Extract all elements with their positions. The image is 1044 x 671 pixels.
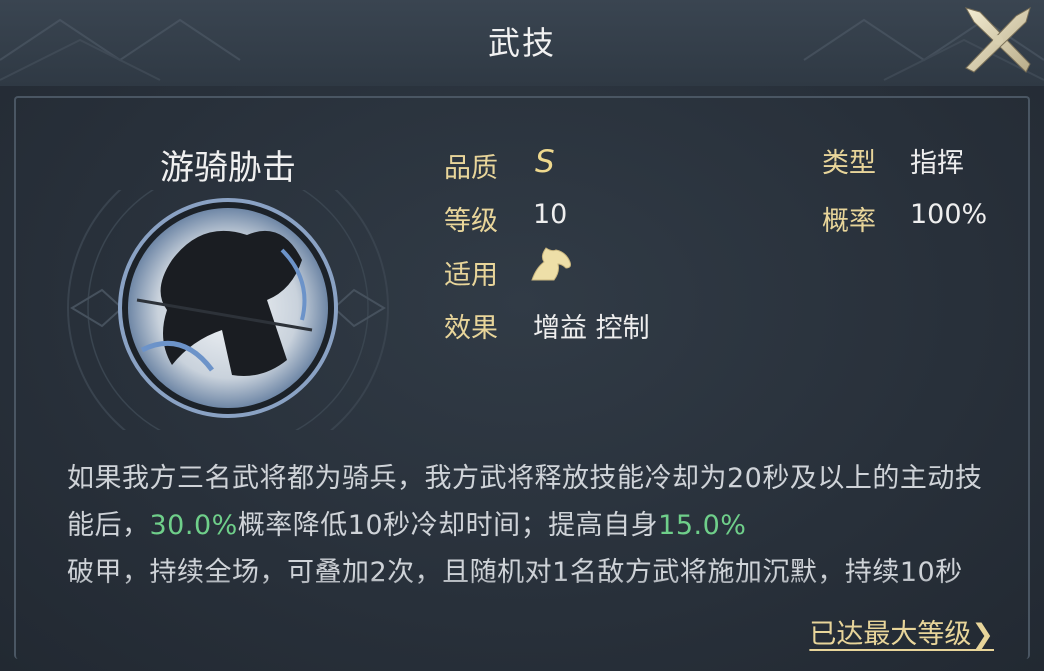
chance-label: 概率 [822,206,876,237]
page-title: 武技 [487,24,556,62]
effect-label: 效果 [444,313,498,344]
type-label: 类型 [822,148,876,179]
description-text: 概率降低10秒冷却时间；提高自身 [237,510,659,541]
description-highlight: 15.0% [658,510,747,541]
description-highlight: 30.0% [149,510,238,541]
horse-icon [531,247,571,281]
header-bar: 武技 [0,0,1044,86]
effect-value: 增益 控制 [533,313,650,344]
quality-label: 品质 [444,153,498,184]
level-label: 等级 [444,206,498,237]
max-level-link[interactable]: 已达最大等级❯ [809,612,994,651]
type-value: 指挥 [910,148,964,179]
skill-description[interactable]: 如果我方三名武将都为骑兵，我方武将释放技能冷却为20秒及以上的主动技能后，30.… [67,455,987,610]
close-icon [964,6,1031,73]
description-text: 破甲，持续全场，可叠加2次，且随机对1名敌方武将施加沉默，持续10秒 [67,557,963,588]
skill-name: 游骑胁击 [160,148,296,188]
chance-value: 100% [910,199,988,230]
skill-emblem-icon [67,190,389,430]
close-button[interactable] [960,2,1036,78]
level-value: 10 [533,199,568,230]
quality-grade: S [535,144,555,180]
applicable-label: 适用 [444,260,498,291]
